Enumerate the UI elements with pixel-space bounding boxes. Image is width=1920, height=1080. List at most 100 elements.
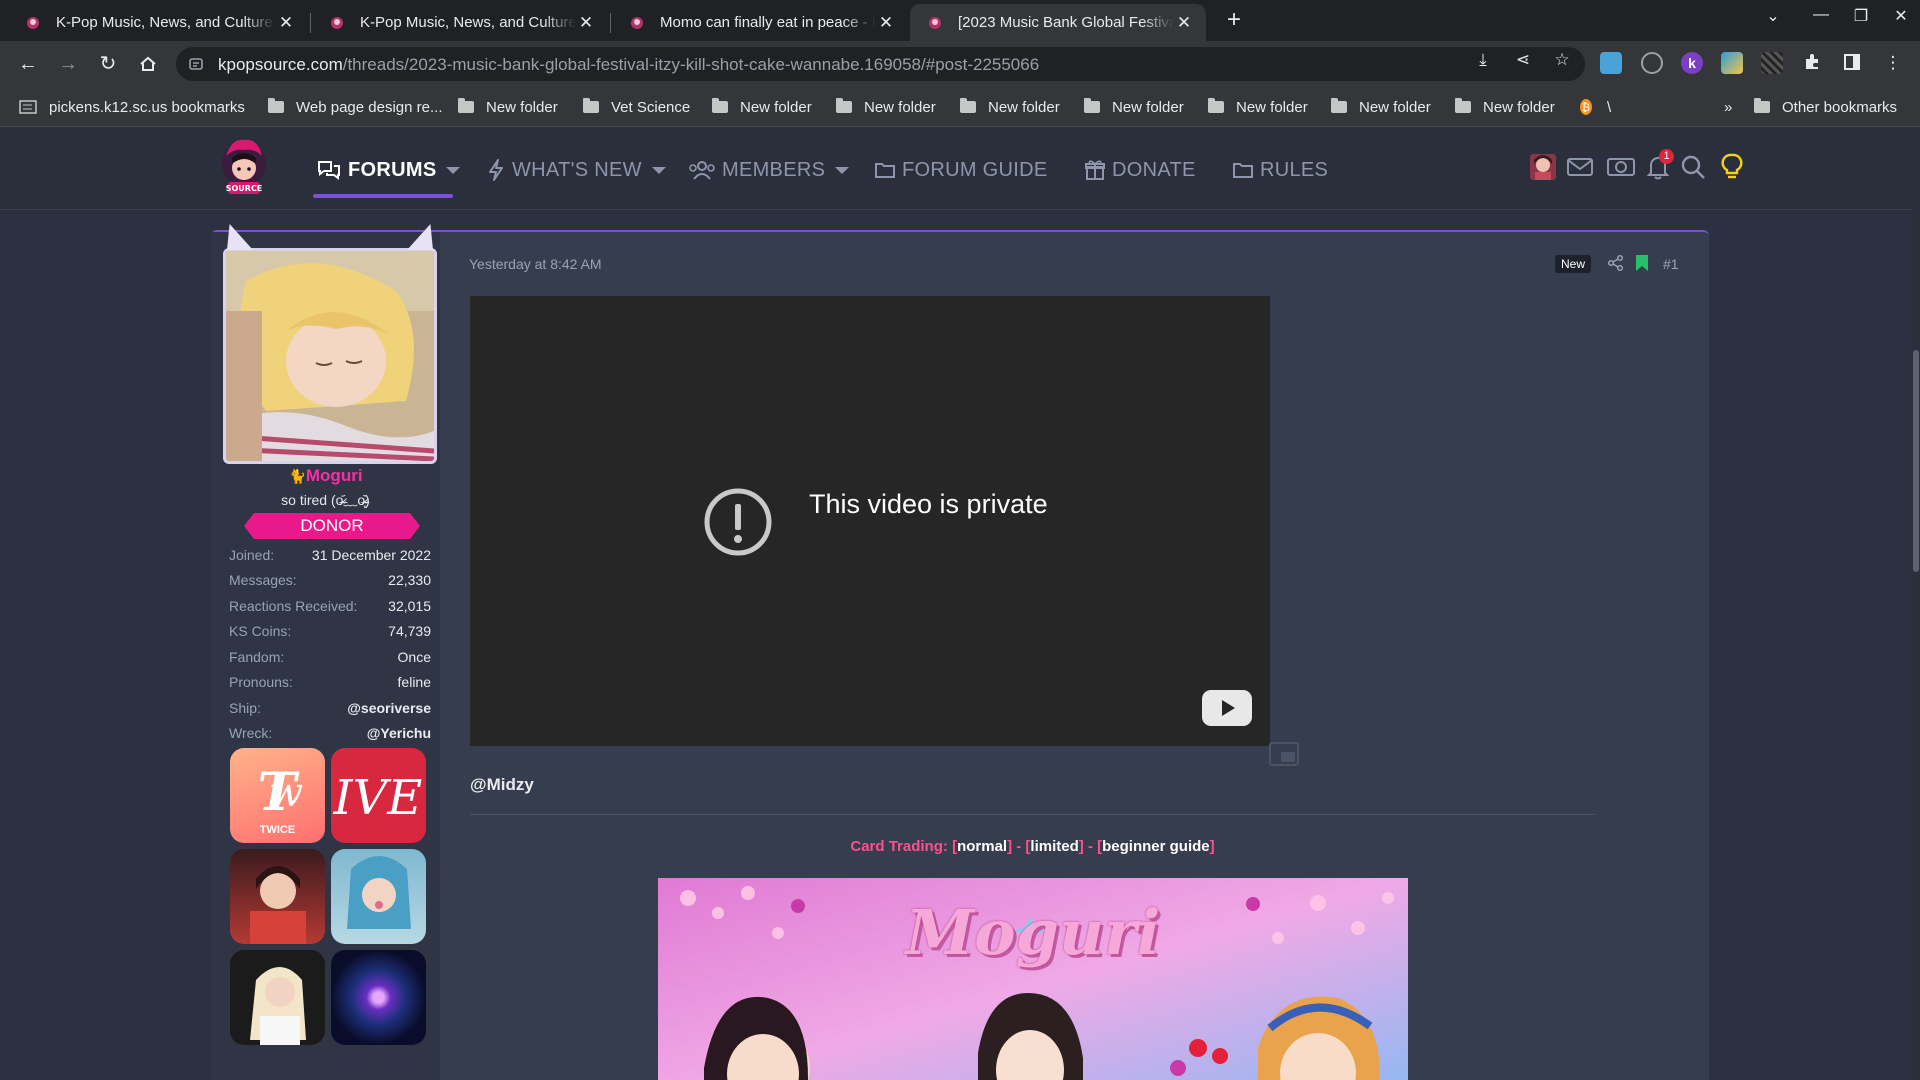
close-tab-icon[interactable]: ✕ bbox=[276, 13, 296, 33]
member-photo-badge bbox=[331, 849, 426, 944]
browser-tab[interactable]: Momo can finally eat in peace - K ✕ bbox=[612, 4, 908, 41]
close-tab-icon[interactable]: ✕ bbox=[1174, 13, 1194, 33]
mail-icon[interactable] bbox=[1565, 152, 1595, 182]
scrollbar-thumb[interactable] bbox=[1913, 350, 1919, 572]
minimize-icon[interactable]: — bbox=[1806, 6, 1836, 24]
folder-icon bbox=[1208, 98, 1224, 113]
browser-tabstrip: K-Pop Music, News, and Culture ✕ K-Pop M… bbox=[0, 0, 1920, 41]
embedded-video[interactable]: This video is private bbox=[470, 296, 1270, 746]
picture-in-picture-icon[interactable] bbox=[1268, 740, 1300, 768]
search-icon[interactable] bbox=[1678, 152, 1708, 182]
bookmark-folder[interactable]: New folder bbox=[458, 96, 558, 118]
chevron-down-icon[interactable] bbox=[446, 166, 461, 174]
nav-rules[interactable]: RULES bbox=[1232, 156, 1328, 184]
forward-arrow-icon[interactable]: → bbox=[53, 49, 83, 79]
lightbulb-icon[interactable] bbox=[1717, 152, 1747, 182]
stat-ks-coins: KS Coins: 74,739 bbox=[229, 623, 431, 639]
folder-icon bbox=[268, 98, 284, 113]
bookmark-folder[interactable]: New folder bbox=[1331, 96, 1431, 118]
youtube-logo-icon[interactable] bbox=[1202, 690, 1252, 726]
extensions-puzzle-icon[interactable] bbox=[1801, 53, 1823, 75]
share-icon[interactable] bbox=[1607, 254, 1625, 272]
close-tab-icon[interactable]: ✕ bbox=[876, 13, 896, 33]
notification-count-badge: 1 bbox=[1659, 149, 1674, 164]
browser-tab[interactable]: K-Pop Music, News, and Culture ✕ bbox=[8, 4, 308, 41]
bookmark-folder[interactable]: New folder bbox=[836, 96, 936, 118]
svg-text:IVE: IVE bbox=[333, 770, 423, 826]
kpopsource-logo[interactable]: SOURCE bbox=[214, 134, 274, 200]
bookmark-icon[interactable] bbox=[1635, 254, 1649, 272]
user-mention-link[interactable]: @Midzy bbox=[470, 775, 534, 795]
bookmark-star-icon[interactable]: ☆ bbox=[1551, 49, 1573, 71]
tab-search-chevron-icon[interactable]: ⌄ bbox=[1758, 6, 1788, 26]
extension-color-icon[interactable] bbox=[1721, 52, 1743, 74]
card-trading-guide-link[interactable]: beginner guide bbox=[1102, 838, 1210, 855]
signature-divider bbox=[470, 814, 1595, 815]
user-avatar[interactable] bbox=[1528, 152, 1558, 182]
side-panel-icon[interactable] bbox=[1841, 53, 1863, 75]
bookmark-folder[interactable]: New folder bbox=[1208, 96, 1308, 118]
browser-tab-active[interactable]: [2023 Music Bank Global Festival ✕ bbox=[910, 4, 1206, 41]
chat-bubbles-icon bbox=[318, 161, 340, 180]
close-window-icon[interactable]: ✕ bbox=[1886, 6, 1916, 26]
bookmark-folder[interactable]: New folder bbox=[960, 96, 1060, 118]
share-icon[interactable]: ⋖ bbox=[1512, 49, 1534, 71]
address-bar[interactable]: kpopsource.com/threads/2023-music-bank-g… bbox=[176, 47, 1585, 81]
user-avatar-large[interactable] bbox=[223, 248, 437, 464]
folder-icon bbox=[1754, 98, 1770, 113]
close-tab-icon[interactable]: ✕ bbox=[576, 13, 596, 33]
card-trading-limited-link[interactable]: limited bbox=[1030, 838, 1078, 855]
chevron-down-icon[interactable] bbox=[651, 166, 666, 174]
restore-icon[interactable]: ❐ bbox=[1846, 6, 1876, 26]
folder-icon bbox=[712, 98, 728, 113]
site-info-icon[interactable] bbox=[188, 56, 204, 72]
bookmark-folder[interactable]: New folder bbox=[1455, 96, 1555, 118]
browser-tab[interactable]: K-Pop Music, News, and Culture ✕ bbox=[312, 4, 608, 41]
home-icon[interactable] bbox=[133, 49, 163, 79]
alert-circle-icon bbox=[704, 488, 772, 556]
extension-k-icon[interactable]: k bbox=[1681, 52, 1703, 74]
stat-joined: Joined: 31 December 2022 bbox=[229, 547, 431, 563]
card-trading-normal-link[interactable]: normal bbox=[957, 838, 1007, 855]
post-timestamp[interactable]: Yesterday at 8:42 AM bbox=[469, 256, 602, 272]
nav-members[interactable]: MEMBERS bbox=[688, 156, 850, 184]
coins-icon[interactable] bbox=[1606, 152, 1636, 182]
site-favicon-icon bbox=[328, 14, 346, 32]
username-link[interactable]: 🐈Moguri bbox=[211, 466, 440, 486]
extension-qr-icon[interactable] bbox=[1761, 52, 1783, 74]
forum-post: 🐈Moguri so tired (ο̴̶̷᷄﹏ο̴̶̷̥᷅) DONOR Jo… bbox=[211, 224, 1709, 1080]
reload-icon[interactable]: ↻ bbox=[93, 49, 123, 79]
more-bookmarks-chevron[interactable]: » bbox=[1724, 96, 1732, 118]
nav-donate[interactable]: DONATE bbox=[1084, 156, 1196, 184]
nav-forums[interactable]: FORUMS bbox=[316, 156, 461, 184]
wreck-mention-link[interactable]: @Yerichu bbox=[367, 725, 431, 745]
page-scrollbar[interactable] bbox=[1912, 128, 1920, 1080]
site-header: SOURCE FORUMS WHAT'S NEW MEMBERS FORUM G… bbox=[0, 128, 1920, 210]
bookmark-folder[interactable]: Vet Science bbox=[583, 96, 690, 118]
new-tab-button[interactable]: + bbox=[1221, 8, 1247, 34]
chevron-down-icon[interactable] bbox=[835, 166, 850, 174]
site-favicon-icon bbox=[24, 14, 42, 32]
url-text: kpopsource.com/threads/2023-music-bank-g… bbox=[218, 55, 1040, 74]
ship-mention-link[interactable]: @seoriverse bbox=[347, 700, 431, 720]
bookmark-item[interactable]: pickens.k12.sc.us bookmarks bbox=[19, 96, 245, 118]
bookmark-folder[interactable]: New folder bbox=[712, 96, 812, 118]
back-arrow-icon[interactable]: ← bbox=[13, 49, 43, 79]
bookmark-folder[interactable]: Web page design re... bbox=[268, 96, 442, 118]
ive-logo-badge: IVE bbox=[331, 748, 426, 843]
other-bookmarks-folder[interactable]: Other bookmarks bbox=[1754, 96, 1897, 118]
bookmark-item[interactable]: ₿ \ bbox=[1579, 96, 1611, 118]
nav-whats-new[interactable]: WHAT'S NEW bbox=[486, 156, 666, 184]
install-app-icon[interactable]: ⤓ bbox=[1472, 49, 1494, 71]
extension-cloud-icon[interactable] bbox=[1600, 52, 1622, 74]
site-favicon-icon bbox=[926, 14, 944, 32]
bookmark-folder[interactable]: New folder bbox=[1084, 96, 1184, 118]
cat-ear-decoration bbox=[407, 224, 433, 250]
post-user-info: 🐈Moguri so tired (ο̴̶̷᷄﹏ο̴̶̷̥᷅) DONOR Jo… bbox=[211, 224, 440, 1080]
nav-forum-guide[interactable]: FORUM GUIDE bbox=[874, 156, 1048, 184]
extension-bug-icon[interactable] bbox=[1641, 52, 1663, 74]
galaxy-badge bbox=[331, 950, 426, 1045]
folder-icon bbox=[836, 98, 852, 113]
menu-kebab-icon[interactable]: ⋮ bbox=[1882, 52, 1904, 74]
post-number-link[interactable]: #1 bbox=[1663, 256, 1679, 272]
